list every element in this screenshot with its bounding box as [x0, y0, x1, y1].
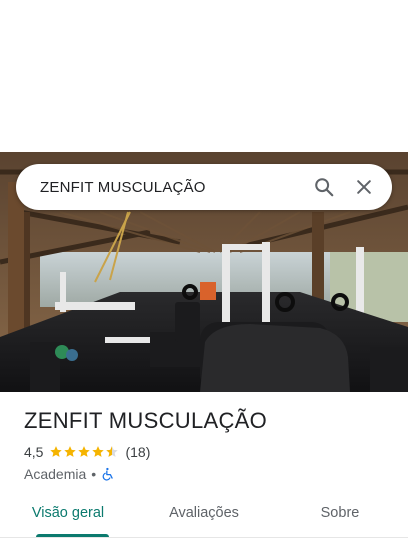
- star-rating: [49, 445, 119, 459]
- separator-dot: •: [91, 466, 97, 482]
- rating-value: 4,5: [24, 444, 44, 460]
- search-icon: [315, 178, 334, 197]
- map-area-blank: [0, 0, 408, 152]
- tab-divider: [0, 537, 408, 538]
- place-title: ZENFIT MUSCULAÇÃO: [24, 408, 268, 433]
- star-full-icon: [78, 446, 91, 457]
- place-info: ZENFIT MUSCULAÇÃO 4,5 (18) Academia •: [24, 406, 392, 484]
- category-row: Academia •: [24, 464, 392, 484]
- star-full-icon: [50, 446, 63, 457]
- tab-label: Avaliações: [169, 505, 239, 521]
- rating-row[interactable]: 4,5 (18): [24, 442, 392, 462]
- close-search-button[interactable]: [344, 167, 384, 207]
- review-count[interactable]: (18): [125, 444, 150, 460]
- search-input[interactable]: ZENFIT MUSCULAÇÃO: [16, 179, 304, 196]
- tab-label: Sobre: [320, 505, 360, 521]
- star-half-icon: [106, 446, 119, 457]
- wheelchair-icon: [102, 467, 113, 481]
- search-bar[interactable]: ZENFIT MUSCULAÇÃO: [16, 164, 392, 210]
- star-full-icon: [64, 446, 77, 457]
- close-icon: [357, 180, 371, 194]
- star-full-icon: [92, 446, 105, 457]
- place-category: Academia: [24, 466, 87, 482]
- search-button[interactable]: [304, 167, 344, 207]
- tab-label: Visão geral: [31, 505, 105, 521]
